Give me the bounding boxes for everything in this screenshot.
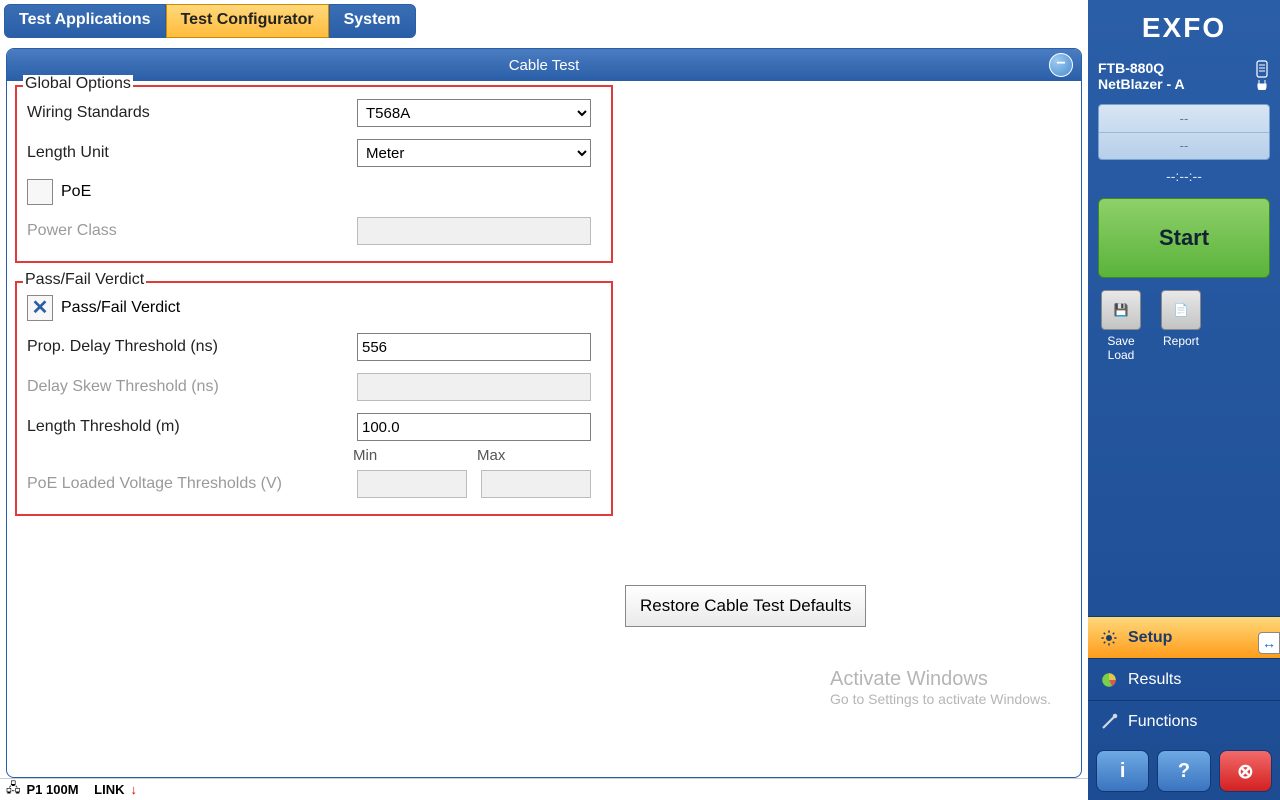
battery-plug-icon — [1254, 60, 1270, 90]
info-icon: i — [1120, 760, 1126, 783]
pass-fail-checkbox[interactable]: ✕ — [27, 295, 53, 321]
nav-results[interactable]: Results — [1088, 658, 1280, 700]
length-threshold-label: Length Threshold (m) — [27, 418, 357, 436]
start-button[interactable]: Start — [1098, 198, 1270, 278]
tab-system[interactable]: System — [329, 4, 416, 38]
status-bar: 🖧 P1 100M LINK ↓ — [0, 778, 1088, 800]
page-title-bar: Cable Test − — [7, 49, 1081, 81]
gear-icon — [1100, 629, 1118, 647]
max-label: Max — [477, 447, 587, 464]
poe-voltage-max-input — [481, 470, 591, 498]
poe-voltage-min-input — [357, 470, 467, 498]
prop-delay-input[interactable] — [357, 333, 591, 361]
info-button[interactable]: i — [1096, 750, 1149, 792]
pie-chart-icon — [1100, 671, 1118, 689]
pass-fail-label: Pass/Fail Verdict — [61, 299, 180, 317]
power-class-field — [357, 217, 591, 245]
tab-test-configurator[interactable]: Test Configurator — [166, 4, 329, 38]
restore-defaults-button[interactable]: Restore Cable Test Defaults — [625, 585, 866, 627]
prop-delay-label: Prop. Delay Threshold (ns) — [27, 338, 357, 356]
pass-fail-group: Pass/Fail Verdict ✕ Pass/Fail Verdict Pr… — [15, 281, 613, 516]
device-app: NetBlazer - A — [1098, 76, 1185, 92]
length-threshold-input[interactable] — [357, 413, 591, 441]
power-class-label: Power Class — [27, 222, 357, 240]
mini-row-1: -- — [1099, 105, 1269, 133]
top-tabs: Test Applications Test Configurator Syst… — [0, 0, 1088, 38]
wiring-standards-label: Wiring Standards — [27, 104, 357, 122]
length-unit-label: Length Unit — [27, 144, 357, 162]
delay-skew-input — [357, 373, 591, 401]
mini-row-2: -- — [1099, 133, 1269, 160]
pass-fail-legend: Pass/Fail Verdict — [23, 271, 146, 289]
port-icon: 🖧 — [6, 779, 21, 800]
status-mini-panel: -- -- — [1098, 104, 1270, 160]
status-port: P1 100M — [27, 782, 79, 797]
report-button[interactable]: 📄 Report — [1158, 290, 1204, 362]
close-icon: ⊗ — [1237, 759, 1254, 784]
poe-voltage-label: PoE Loaded Voltage Thresholds (V) — [27, 475, 357, 493]
device-model: FTB-880Q — [1098, 60, 1185, 76]
length-unit-select[interactable]: Meter — [357, 139, 591, 167]
windows-watermark: Activate Windows Go to Settings to activ… — [830, 668, 1051, 707]
save-load-icon: 💾 — [1101, 290, 1141, 330]
tools-icon — [1100, 713, 1118, 731]
save-load-button[interactable]: 💾 Save Load — [1098, 290, 1144, 362]
brand-logo: EXFO — [1088, 0, 1280, 56]
sidebar: EXFO FTB-880Q NetBlazer - A -- -- --:--:… — [1088, 0, 1280, 800]
page-title: Cable Test — [509, 57, 580, 74]
poe-label: PoE — [61, 183, 91, 201]
min-label: Min — [353, 447, 463, 464]
close-button[interactable]: ⊗ — [1219, 750, 1272, 792]
help-icon: ? — [1178, 760, 1190, 783]
zoom-out-icon[interactable]: − — [1049, 53, 1073, 77]
report-icon: 📄 — [1161, 290, 1201, 330]
status-link: LINK — [94, 782, 124, 797]
tab-test-applications[interactable]: Test Applications — [4, 4, 166, 38]
wiring-standards-select[interactable]: T568A — [357, 99, 591, 127]
elapsed-time: --:--:-- — [1088, 168, 1280, 184]
help-button[interactable]: ? — [1157, 750, 1210, 792]
delay-skew-label: Delay Skew Threshold (ns) — [27, 378, 357, 396]
global-options-legend: Global Options — [23, 75, 133, 93]
global-options-group: Global Options Wiring Standards T568A Le… — [15, 85, 613, 263]
link-down-icon: ↓ — [131, 782, 138, 797]
remote-session-badge[interactable]: ↔ — [1258, 632, 1280, 654]
check-x-icon: ✕ — [32, 298, 49, 318]
poe-checkbox[interactable] — [27, 179, 53, 205]
nav-functions[interactable]: Functions — [1088, 700, 1280, 742]
nav-setup[interactable]: Setup — [1088, 616, 1280, 658]
